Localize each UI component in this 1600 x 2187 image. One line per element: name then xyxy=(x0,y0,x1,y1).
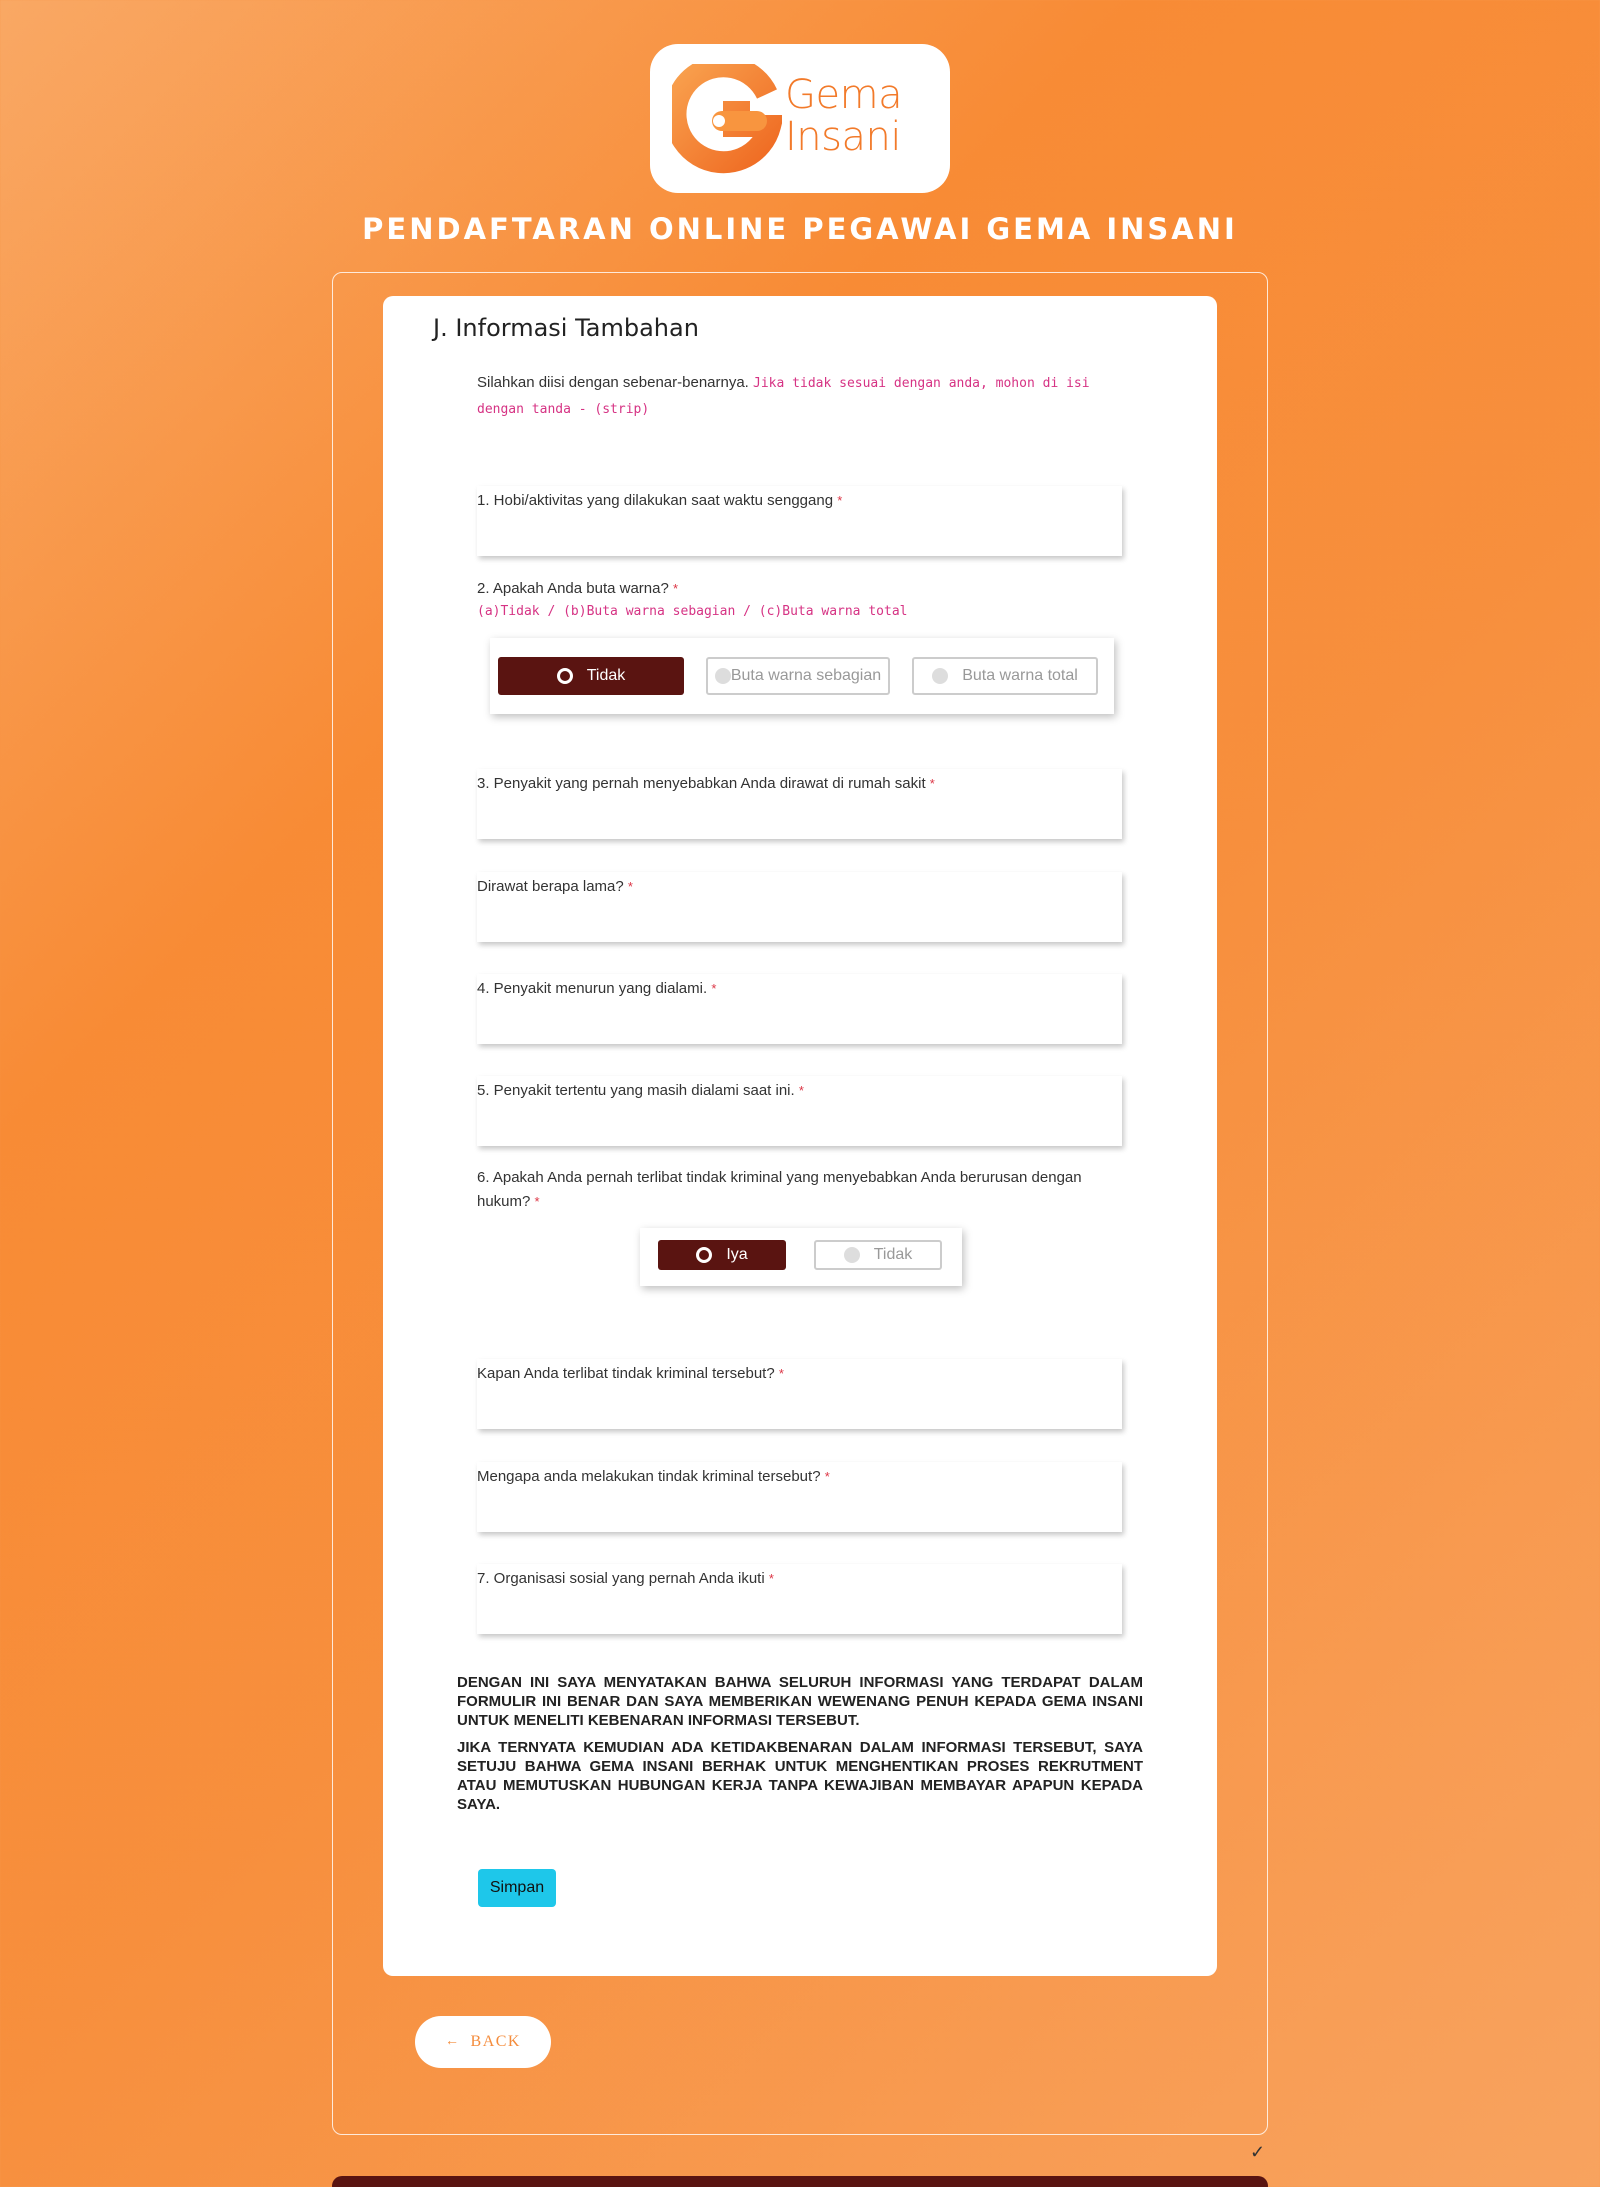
gema-insani-logo-mark xyxy=(672,64,782,174)
radio-buta-warna-sebagian[interactable]: Buta warna sebagian xyxy=(706,657,890,695)
form-card: J. Informasi Tambahan Silahkan diisi den… xyxy=(383,296,1217,1976)
lama-rawat-field: Dirawat berapa lama? * xyxy=(477,872,1122,942)
radio-dot-icon xyxy=(843,1247,860,1263)
penyakit-menurun-field: 4. Penyakit menurun yang dialami. * xyxy=(477,974,1122,1044)
radio-dot-icon xyxy=(932,668,949,684)
kapan-kriminal-input[interactable] xyxy=(477,1389,1117,1423)
penyakit-menurun-input[interactable] xyxy=(477,1004,1117,1038)
lama-rawat-label: Dirawat berapa lama? * xyxy=(477,878,633,895)
organisasi-input[interactable] xyxy=(477,1594,1117,1628)
buta-warna-radio-group: Tidak Buta warna sebagian Buta warna tot… xyxy=(490,638,1114,714)
kriminal-label: 6. Apakah Anda pernah terlibat tindak kr… xyxy=(477,1169,1082,1210)
penyakit-rawat-field: 3. Penyakit yang pernah menyebabkan Anda… xyxy=(477,769,1122,839)
penyakit-rawat-input[interactable] xyxy=(477,799,1117,833)
back-button[interactable]: ← BACK xyxy=(415,2016,551,2068)
declaration-paragraph-2: JIKA TERNYATA KEMUDIAN ADA KETIDAKBENARA… xyxy=(457,1739,1143,1813)
bottom-bar xyxy=(332,2176,1268,2187)
kapan-kriminal-field: Kapan Anda terlibat tindak kriminal ters… xyxy=(477,1359,1122,1429)
kapan-kriminal-label: Kapan Anda terlibat tindak kriminal ters… xyxy=(477,1365,784,1382)
radio-dot-icon xyxy=(714,668,731,684)
mengapa-kriminal-input[interactable] xyxy=(477,1492,1117,1526)
kriminal-radio-group: Iya Tidak xyxy=(640,1228,962,1286)
mengapa-kriminal-label: Mengapa anda melakukan tindak kriminal t… xyxy=(477,1468,830,1485)
hobi-input[interactable] xyxy=(477,516,1117,550)
radio-iya[interactable]: Iya xyxy=(658,1240,786,1270)
organisasi-field: 7. Organisasi sosial yang pernah Anda ik… xyxy=(477,1564,1122,1634)
penyakit-sekarang-input[interactable] xyxy=(477,1106,1117,1140)
declaration-paragraph-1: DENGAN INI SAYA MENYATAKAN BAHWA SELURUH… xyxy=(457,1674,1143,1729)
buta-warna-hint: (a)Tidak / (b)Buta warna sebagian / (c)B… xyxy=(477,604,908,619)
section-title: J. Informasi Tambahan xyxy=(433,314,699,342)
lama-rawat-input[interactable] xyxy=(477,902,1117,936)
hobi-field: 1. Hobi/aktivitas yang dilakukan saat wa… xyxy=(477,486,1122,556)
radio-dot-icon xyxy=(556,668,573,684)
mengapa-kriminal-field: Mengapa anda melakukan tindak kriminal t… xyxy=(477,1462,1122,1532)
penyakit-menurun-label: 4. Penyakit menurun yang dialami. * xyxy=(477,980,717,997)
page-title: PENDAFTARAN ONLINE PEGAWAI GEMA INSANI xyxy=(362,212,1238,246)
back-label: BACK xyxy=(470,2033,521,2050)
penyakit-rawat-label: 3. Penyakit yang pernah menyebabkan Anda… xyxy=(477,775,935,792)
intro-text: Silahkan diisi dengan sebenar-benarnya. xyxy=(477,374,749,391)
check-icon: ✓ xyxy=(1250,2142,1266,2162)
radio-tidak-kriminal[interactable]: Tidak xyxy=(814,1240,942,1270)
arrow-left-icon: ← xyxy=(445,2034,461,2049)
radio-tidak[interactable]: Tidak xyxy=(498,657,684,695)
penyakit-sekarang-label: 5. Penyakit tertentu yang masih dialami … xyxy=(477,1082,804,1099)
radio-buta-warna-total[interactable]: Buta warna total xyxy=(912,657,1098,695)
save-button[interactable]: Simpan xyxy=(478,1869,556,1907)
logo-line2: Insani xyxy=(785,114,901,160)
penyakit-sekarang-field: 5. Penyakit tertentu yang masih dialami … xyxy=(477,1076,1122,1146)
logo-wordmark: Gema Insani xyxy=(785,72,903,160)
buta-warna-label: 2. Apakah Anda buta warna? * xyxy=(477,580,679,597)
logo: Gema Insani xyxy=(650,44,950,193)
logo-line1: Gema xyxy=(785,72,903,118)
organisasi-label: 7. Organisasi sosial yang pernah Anda ik… xyxy=(477,1570,774,1587)
intro: Silahkan diisi dengan sebenar-benarnya. … xyxy=(477,370,1127,422)
radio-dot-icon xyxy=(696,1247,713,1263)
hobi-label: 1. Hobi/aktivitas yang dilakukan saat wa… xyxy=(477,492,843,509)
